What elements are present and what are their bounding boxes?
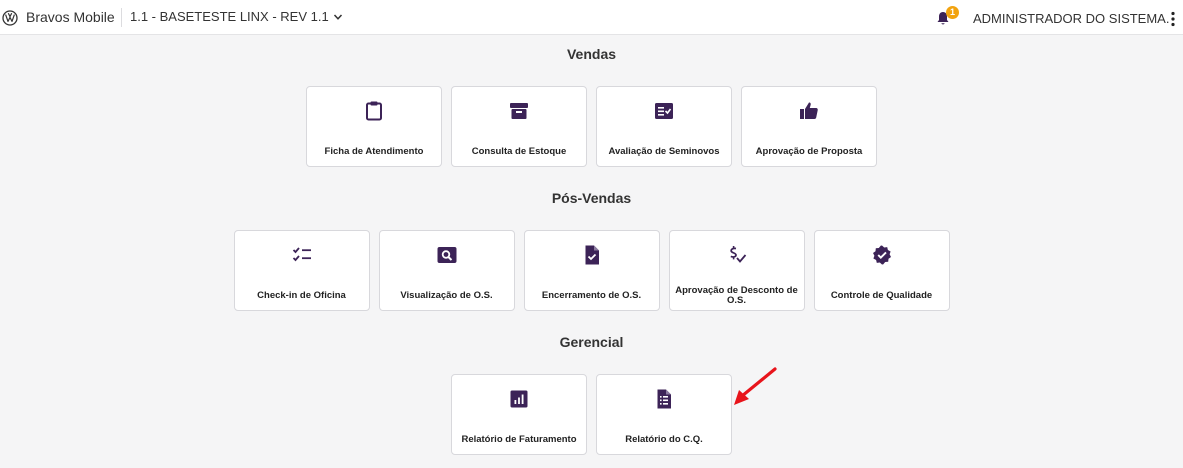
notification-badge: 1 [946,6,959,19]
vw-logo-icon [2,10,18,26]
chevron-down-icon [333,13,342,20]
card-controle-qualidade[interactable]: Controle de Qualidade [813,230,950,311]
card-visualizacao-os[interactable]: Visualização de O.S. [378,230,515,311]
clipboard-icon [363,100,385,122]
checklist-icon [291,244,313,266]
vendas-row: Ficha de Atendimento Consulta de Estoque… [0,86,1183,167]
section-title-vendas: Vendas [566,46,617,62]
card-label: Relatório do C.Q. [625,434,703,445]
user-name[interactable]: ADMINISTRADOR DO SISTEMA. [973,11,1169,26]
card-label: Encerramento de O.S. [541,290,642,301]
card-label: Avaliação de Seminovos [608,146,720,157]
magnifier-card-icon [436,244,458,266]
card-avaliacao-seminovos[interactable]: Avaliação de Seminovos [596,86,732,167]
pos-vendas-row: Check-in de Oficina Visualização de O.S.… [0,230,1183,311]
card-label: Ficha de Atendimento [324,146,424,157]
card-checkin-oficina[interactable]: Check-in de Oficina [233,230,370,311]
section-title-pos-vendas: Pós-Vendas [551,190,632,206]
card-ficha-atendimento[interactable]: Ficha de Atendimento [306,86,442,167]
card-relatorio-faturamento[interactable]: Relatório de Faturamento [451,374,587,455]
file-check-icon [581,244,603,266]
verified-badge-icon [871,244,893,266]
card-label: Consulta de Estoque [471,146,567,157]
card-relatorio-cq[interactable]: Relatório do C.Q. [596,374,732,455]
app-title: Bravos Mobile [26,9,115,25]
checklist-card-icon [653,100,675,122]
header-divider [121,8,122,27]
version-label: 1.1 - BASETESTE LINX - REV 1.1 [130,9,329,24]
card-label: Relatório de Faturamento [461,434,577,445]
card-label: Controle de Qualidade [830,290,933,301]
more-vertical-icon[interactable] [1169,11,1177,27]
top-bar: Bravos Mobile 1.1 - BASETESTE LINX - REV… [0,0,1183,35]
thumbs-up-icon [798,100,820,122]
gerencial-row: Relatório de Faturamento Relatório do C.… [0,374,1183,455]
card-label: Aprovação de Proposta [755,146,863,157]
card-aprovacao-proposta[interactable]: Aprovação de Proposta [741,86,877,167]
card-label: Visualização de O.S. [400,290,493,301]
archive-box-icon [508,100,530,122]
bar-chart-icon [508,388,530,410]
dollar-check-icon [726,244,748,266]
version-selector[interactable]: 1.1 - BASETESTE LINX - REV 1.1 [130,9,343,24]
red-arrow-icon [734,367,777,405]
card-aprovacao-desconto-os[interactable]: Aprovação de Desconto de O.S. [668,230,805,311]
card-encerramento-os[interactable]: Encerramento de O.S. [523,230,660,311]
document-list-icon [653,388,675,410]
card-label: Check-in de Oficina [257,290,346,301]
card-label: Aprovação de Desconto de O.S. [675,285,798,306]
card-consulta-estoque[interactable]: Consulta de Estoque [451,86,587,167]
section-title-gerencial: Gerencial [559,334,624,350]
